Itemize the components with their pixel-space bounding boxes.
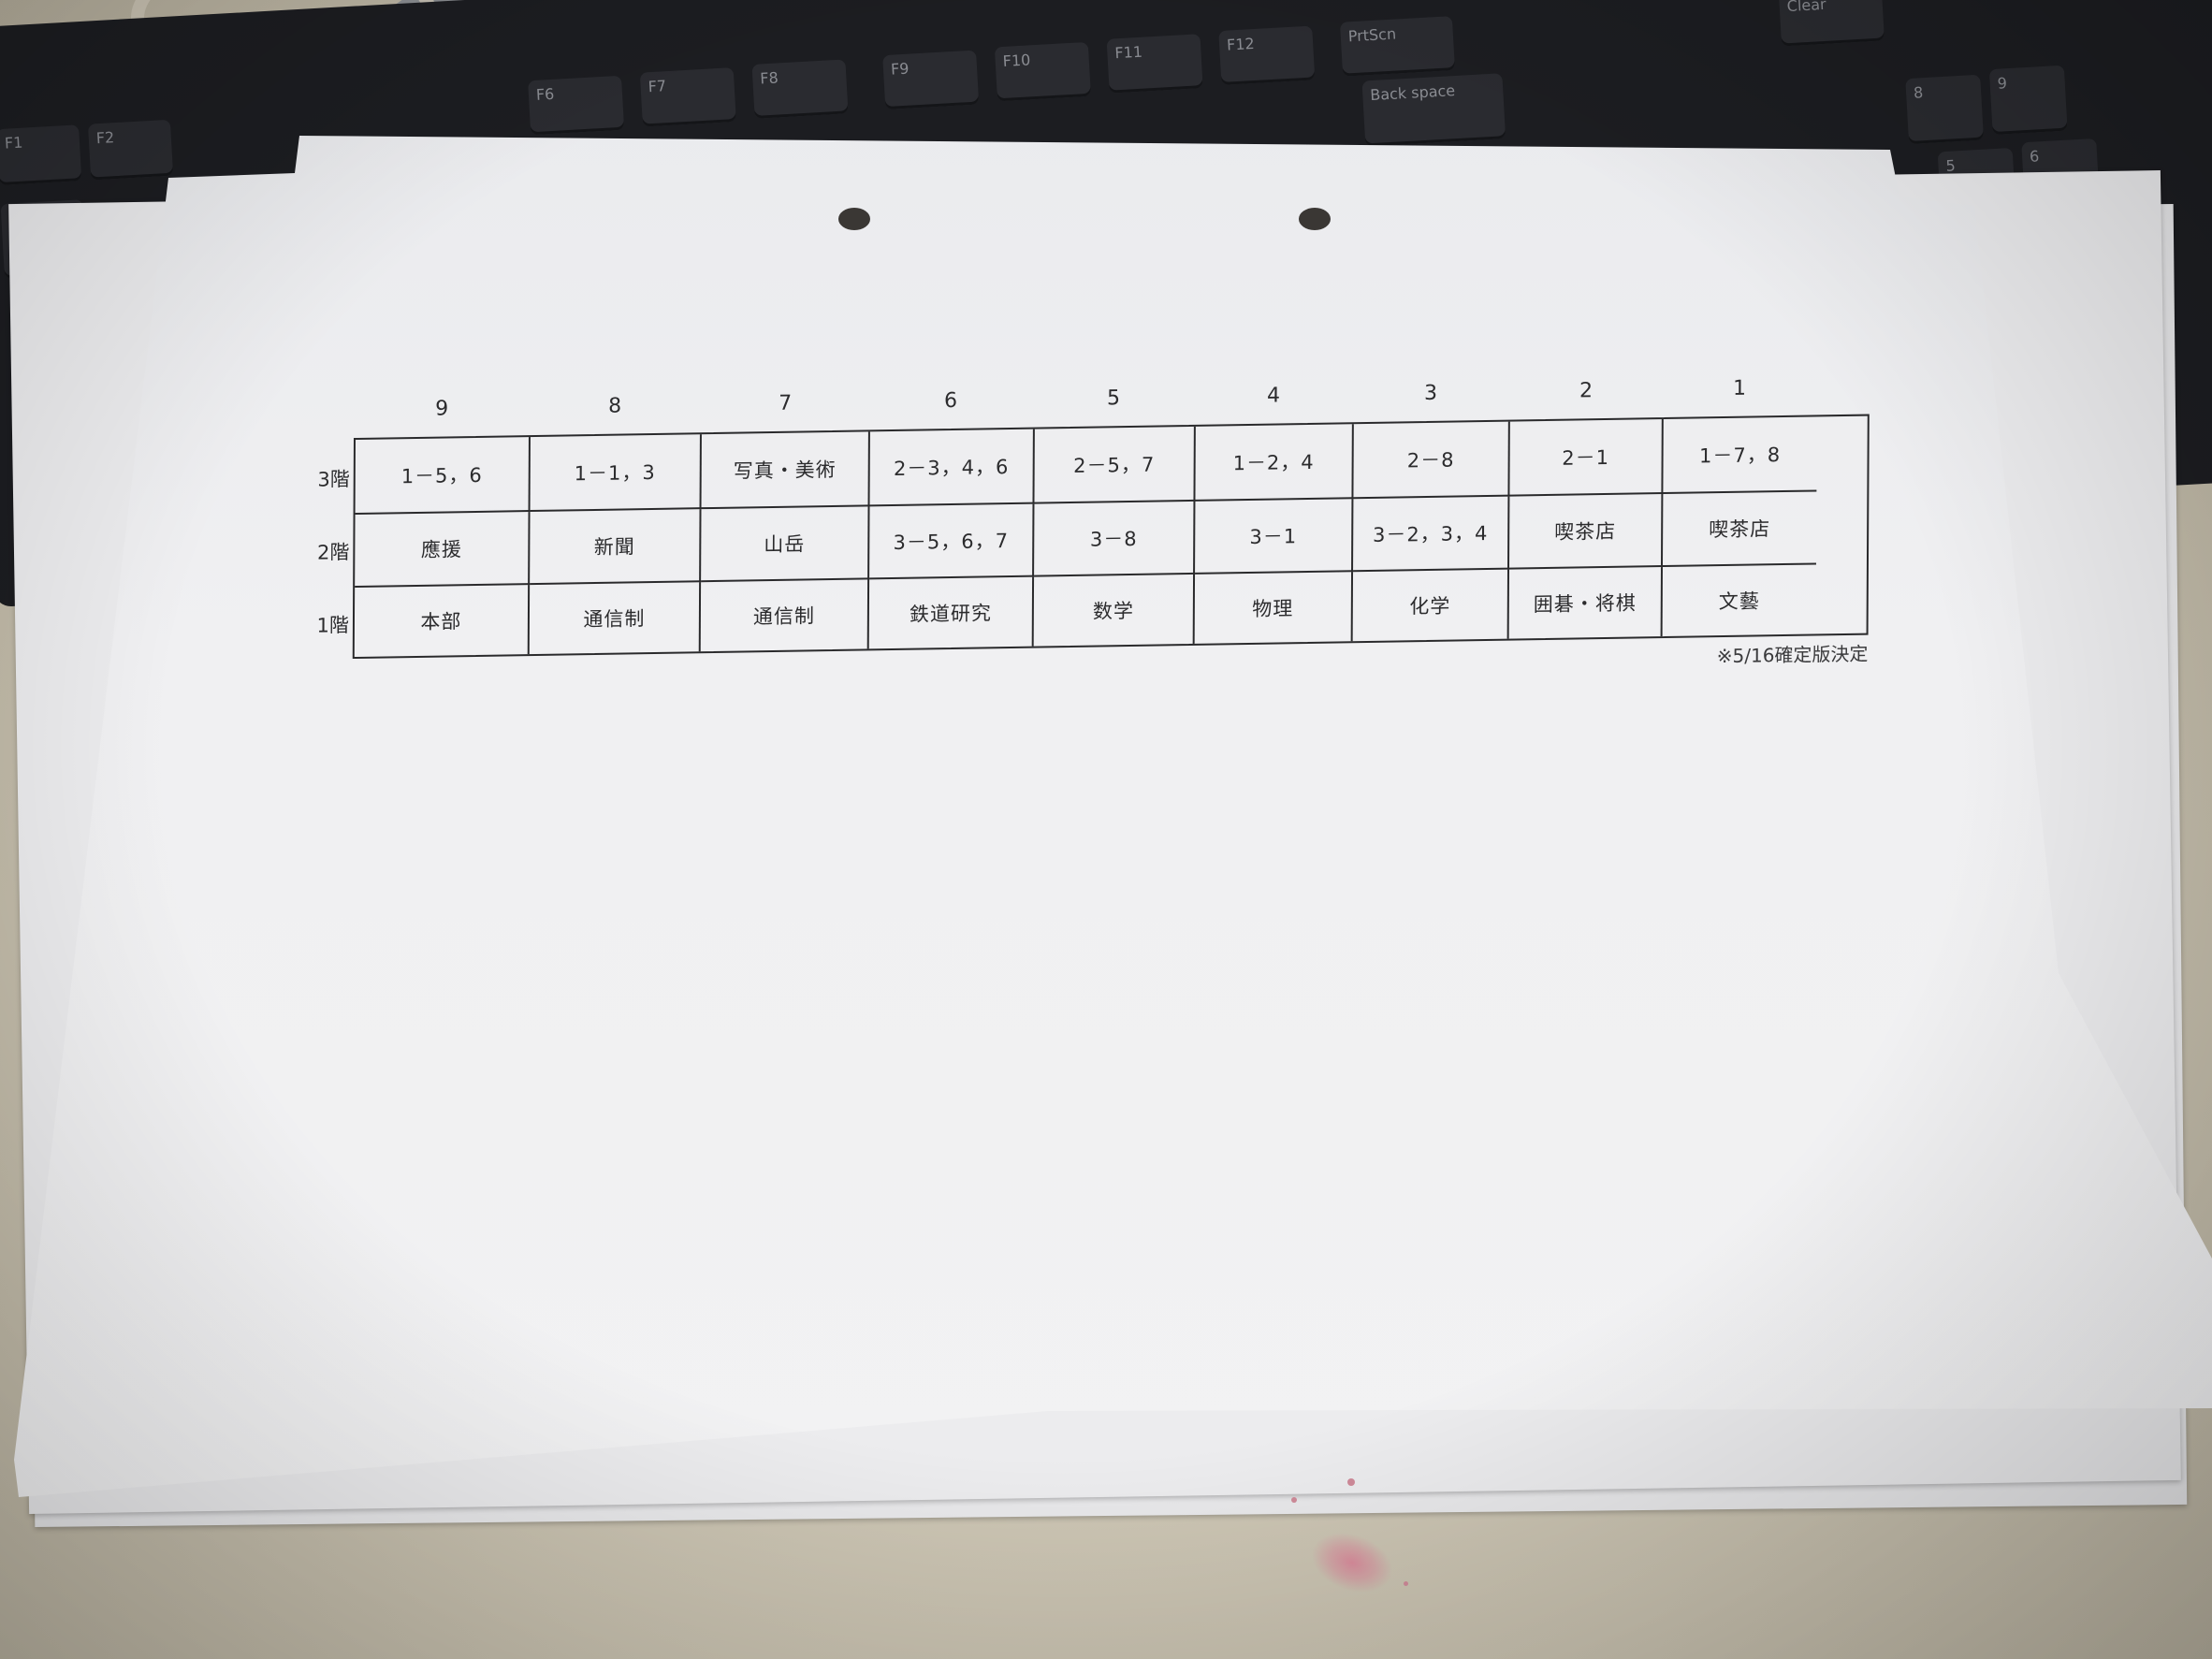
table-cell: 物理 [1194, 572, 1354, 644]
table-cell: 2－5，7 [1034, 426, 1196, 504]
table-cell: 3－1 [1195, 499, 1354, 575]
table-cell: 通信制 [529, 582, 702, 655]
column-number: 1 [1732, 376, 1747, 400]
table-cell: 山岳 [701, 506, 870, 583]
pink-speck [1404, 1581, 1408, 1586]
table-cell: 囲碁・将棋 [1508, 567, 1663, 639]
column-number: 4 [1266, 384, 1281, 408]
table-cell: 数学 [1033, 574, 1196, 647]
floor-label: 1階 [316, 614, 350, 637]
table-cell: 写真・美術 [701, 431, 870, 510]
column-number: 5 [1106, 386, 1121, 411]
column-number: 7 [779, 391, 793, 415]
pink-speck [1291, 1497, 1297, 1503]
paper-top-sheet [14, 136, 2212, 1497]
table-cell: 本部 [354, 585, 531, 658]
paper-sheet: 9 8 7 6 5 4 3 2 1 3階 2階 1階 1－5，6 1－1，3 写… [0, 0, 2212, 1659]
table-cell: 1－1，3 [530, 434, 702, 513]
punch-hole-right [1299, 208, 1331, 230]
table-cell: 1－7，8 [1663, 416, 1817, 495]
table-cell: 2－3，4，6 [869, 429, 1035, 507]
punch-hole-left [838, 208, 870, 230]
table-cell: 1－2，4 [1195, 424, 1354, 502]
table-cell: 3－8 [1034, 501, 1196, 577]
table-cell: 3－2，3，4 [1353, 496, 1510, 573]
column-number: 8 [608, 394, 622, 418]
table-cell: 2－8 [1353, 421, 1510, 500]
floor-label: 3階 [317, 468, 350, 491]
table-cell: 通信制 [700, 579, 870, 652]
table-cell: 文藝 [1718, 589, 1760, 614]
club-room-table: 9 8 7 6 5 4 3 2 1 3階 2階 1階 1－5，6 1－1，3 写… [317, 377, 1870, 667]
table-cell: 化学 [1352, 569, 1510, 642]
column-number: 3 [1423, 381, 1438, 406]
table-note: ※5/16確定版決定 [1716, 642, 1869, 668]
column-number: 9 [435, 397, 449, 421]
table-grid: 1－5，6 1－1，3 写真・美術 2－3，4，6 2－5，7 1－2，4 2－… [352, 414, 1870, 660]
pink-speck [1347, 1478, 1355, 1486]
table-cell: 喫茶店 [1662, 491, 1817, 568]
table-cell: 新聞 [530, 509, 702, 586]
table-cell: 3－5，6，7 [869, 503, 1035, 580]
table-cell: 2－1 [1509, 419, 1664, 497]
column-number: 2 [1579, 379, 1594, 403]
table-cell: 應援 [355, 512, 531, 589]
column-number: 6 [944, 388, 958, 414]
table-cell: 喫茶店 [1509, 494, 1664, 570]
table-cell: 1－5，6 [355, 437, 531, 515]
table-cell: 鉄道研究 [868, 576, 1035, 649]
floor-label: 2階 [316, 541, 350, 564]
